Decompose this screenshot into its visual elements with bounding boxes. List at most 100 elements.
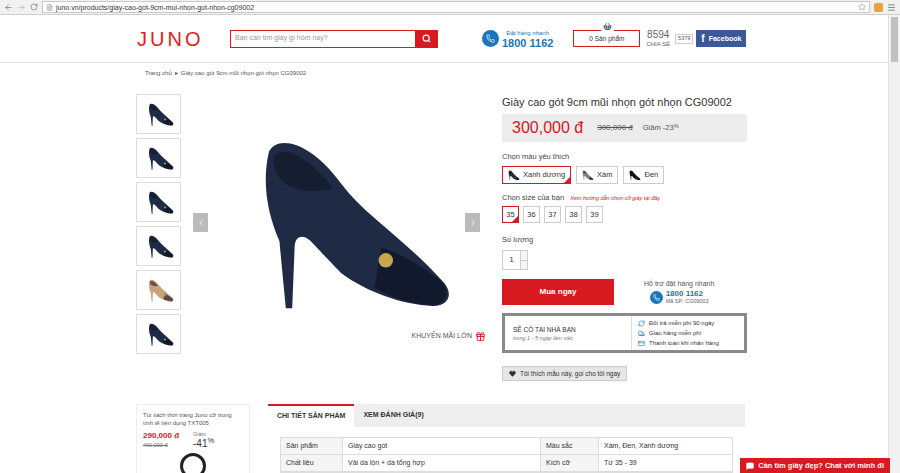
color-option[interactable]: Xanh dương [502,166,571,184]
next-image-button[interactable] [465,213,480,232]
breadcrumb-separator: ▸ [175,69,178,77]
size-option[interactable]: 35 [502,206,519,223]
url: juno.vn/products/giay-cao-got-9cm-mui-nh… [56,4,254,11]
share-label: CHIA SẺ [646,40,670,48]
size-option[interactable]: 37 [544,206,561,223]
search-icon [422,34,431,43]
table-row: Sản phẩmGiày cao gótMàu sắcXám, Đen, Xan… [281,438,732,455]
size-option[interactable]: 38 [565,206,582,223]
hotline[interactable]: Đặt hàng nhanh1800 1162 [482,29,553,49]
quantity-field[interactable]: 1 [502,250,528,270]
price-box: 300,000 đ300,000 đGiảm -23% [502,114,747,142]
thumbnail[interactable] [136,314,181,354]
table-row: Chất liệuVải da lộn + da tổng hợpKích cỡ… [281,455,732,472]
delivery-perk: Đổi trả miễn phí 90 ngày [638,319,738,327]
table-cell: Giày cao gót [343,438,541,454]
size-label: Chọn size của bạn [502,193,564,203]
product-code: Mã SP: CG09002 [666,298,709,305]
hotline-label: Đặt hàng nhanh [506,29,549,37]
selected-corner [564,177,570,183]
basket-icon [603,22,612,31]
back-icon[interactable] [4,3,13,12]
thumbnail[interactable] [136,270,181,310]
perk-icon [638,330,645,337]
prev-image-button[interactable] [193,213,208,232]
bookmark-icon[interactable] [858,3,866,11]
delivery-title: SẼ CÓ TẠI NHÀ BẠN [513,325,623,334]
phone-icon [486,34,495,43]
facebook-icon: f [701,34,704,44]
reload-icon[interactable] [30,3,38,11]
product-section: KHUYẾN MÃI LỚN Giày cao gót 9cm mũi nhọn … [136,94,888,384]
thumbnail[interactable] [136,182,181,222]
support-phone[interactable]: 1800 1162 [666,289,709,298]
delivery-box: SẼ CÓ TẠI NHÀ BẠNtrong 1 - 5 ngày làm vi… [502,313,747,353]
logo[interactable]: JUNO [137,29,207,49]
delivery-perk: Thanh toán khi nhận hàng [638,339,738,347]
like-count: 5379 [675,34,693,44]
browser-window: juno.vn/products/giay-cao-got-9cm-mui-nh… [0,0,900,473]
color-option[interactable]: Xám [576,166,618,184]
discount: Giảm -23% [643,122,679,133]
browser-toolbar: juno.vn/products/giay-cao-got-9cm-mui-nh… [0,0,900,15]
bag-image [180,453,206,473]
details-table: Sản phẩmGiày cao gótMàu sắcXám, Đen, Xan… [280,437,733,473]
callback-button[interactable]: Tôi thích mẫu này, gọi cho tôi ngay [502,366,627,381]
search-input[interactable]: Bạn cần tìm giày gì hôm nay? [231,31,415,47]
scrollbar[interactable] [888,15,900,473]
thumbnail[interactable] [136,94,181,134]
shoe-thumbnail-icon [143,231,175,261]
shoe-thumbnail-icon [143,99,175,129]
size-options: 3536373839 [502,206,747,223]
search-box[interactable]: Bạn cần tìm giày gì hôm nay? [230,30,438,48]
table-cell: Từ 35 - 39 [599,455,732,471]
size-guide-link[interactable]: Xem hướng dẫn chọn cỡ giày tại đây [570,193,660,203]
phone-icon [653,294,660,301]
forward-icon[interactable] [17,3,26,12]
related-product[interactable]: Túi xách thời trang Juno cỡ trung tính t… [136,404,250,473]
size-header: Chọn size của bạn Xem hướng dẫn chọn cỡ g… [502,193,747,203]
related-discount: -41% [193,438,214,449]
perk-icon [638,340,645,347]
shoe-thumbnail-icon [143,143,175,173]
heart-icon [509,370,516,377]
breadcrumb-item[interactable]: Giày cao gót 9cm mũi nhọn gót nhọn CG090… [181,69,306,77]
color-option[interactable]: Đen [623,166,664,184]
menu-icon[interactable] [887,3,896,12]
tab[interactable]: XEM ĐÁNH GIÁ(9) [354,404,432,427]
increment-icon[interactable] [521,251,527,261]
perk-icon [638,320,645,327]
search-button[interactable] [415,31,437,47]
scrollbar-thumb[interactable] [891,17,898,62]
quantity-stepper[interactable] [520,251,527,269]
facebook-button[interactable]: fFacebook [696,30,746,47]
shoe-thumbnail-icon [143,275,175,305]
table-cell: Kích cỡ [541,455,599,471]
product-info: Giày cao gót 9cm mũi nhọn gót nhọn CG090… [502,94,747,384]
promo-label[interactable]: KHUYẾN MÃI LỚN [412,331,486,342]
address-bar[interactable]: juno.vn/products/giay-cao-got-9cm-mui-nh… [42,1,870,13]
cart[interactable]: 0 Sản phẩm [573,30,640,47]
thumbnail-list [136,94,181,354]
hotline-number: 1800 1162 [502,37,553,49]
order-support: Hỗ trợ đặt hàng nhanh1800 1162Mã SP: CG0… [644,279,714,305]
thumbnail[interactable] [136,138,181,178]
page: JUNO Bạn cần tìm giày gì hôm nay? Đặt hàng… [0,15,888,473]
buy-button[interactable]: Mua ngay [502,279,614,305]
page-icon [46,4,53,11]
thumbnail[interactable] [136,226,181,266]
product-title: Giày cao gót 9cm mũi nhọn gót nhọn CG090… [502,96,747,109]
tab[interactable]: CHI TIẾT SẢN PHẨM [268,404,354,427]
breadcrumb-item[interactable]: Trang chủ [145,69,172,77]
size-option[interactable]: 36 [523,206,540,223]
buy-row: Mua ngay Hỗ trợ đặt hàng nhanh1800 1162Mã… [502,279,747,305]
extension-icon[interactable] [874,3,883,12]
decrement-icon[interactable] [521,261,527,270]
size-option[interactable]: 39 [586,206,603,223]
delivery-perk: Giao hàng miễn phí [638,329,738,337]
cart-count: 0 Sản phẩm [589,34,624,44]
table-cell: Vải da lộn + da tổng hợp [343,455,541,471]
table-cell: Xám, Đen, Xanh dương [599,438,732,454]
chat-button[interactable]: Cần tìm giày đẹp? Chat với mình đi [740,458,890,473]
table-cell: Màu sắc [541,438,599,454]
